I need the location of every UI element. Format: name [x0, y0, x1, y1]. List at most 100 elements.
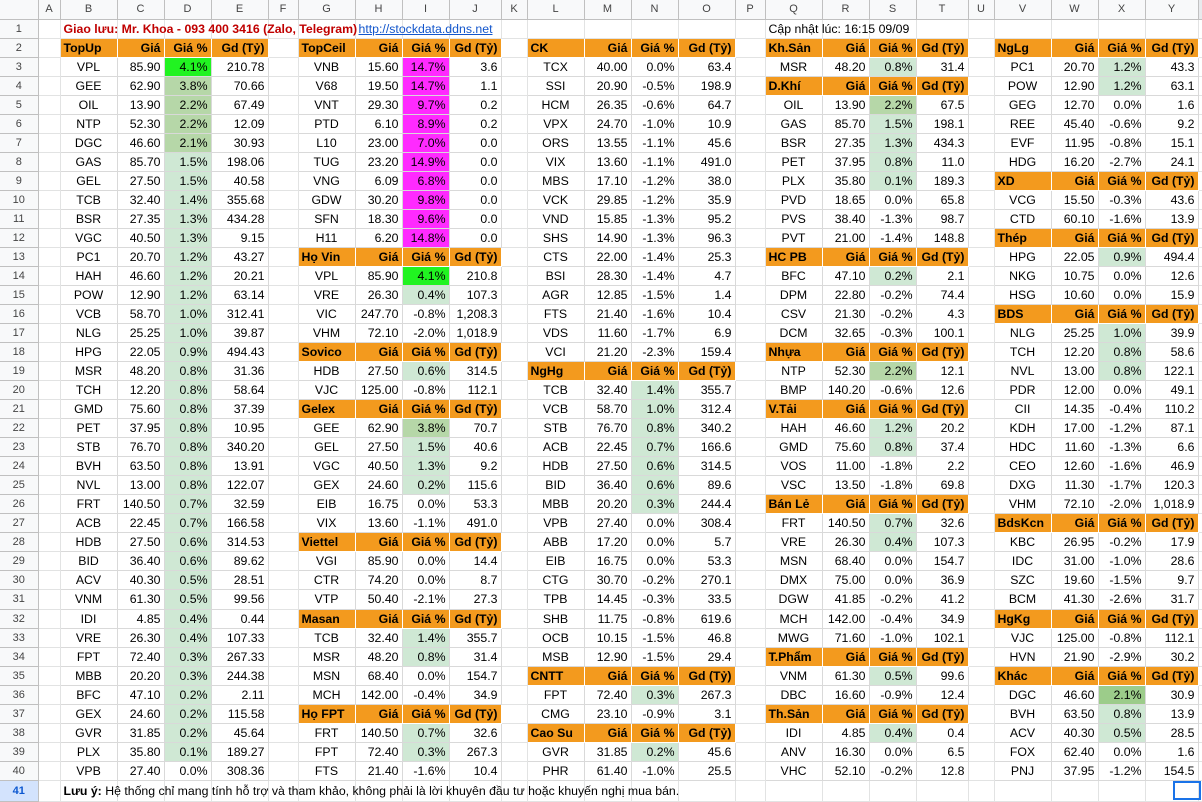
- volume-cell[interactable]: 36.9: [916, 570, 969, 591]
- symbol-cell[interactable]: HAH: [765, 418, 823, 439]
- empty-cell[interactable]: [1098, 780, 1146, 802]
- empty-cell[interactable]: [968, 19, 995, 39]
- column-header[interactable]: Gd (Tỷ): [1145, 38, 1199, 58]
- row-number[interactable]: 22: [0, 418, 39, 439]
- column-header[interactable]: Giá: [355, 38, 403, 58]
- volume-cell[interactable]: 39.87: [211, 323, 269, 344]
- empty-cell[interactable]: [38, 532, 61, 553]
- volume-cell[interactable]: 340.20: [211, 437, 269, 458]
- volume-cell[interactable]: 63.14: [211, 285, 269, 306]
- volume-cell[interactable]: 0.0: [449, 133, 502, 153]
- volume-cell[interactable]: 34.9: [449, 685, 502, 705]
- empty-cell[interactable]: [38, 57, 61, 77]
- percent-cell[interactable]: 0.6%: [631, 456, 679, 477]
- group-header[interactable]: BDS: [994, 304, 1052, 325]
- column-header[interactable]: Gd (Tỷ): [916, 399, 969, 420]
- empty-cell[interactable]: [38, 628, 61, 648]
- symbol-cell[interactable]: MBS: [527, 171, 585, 191]
- percent-cell[interactable]: 4.1%: [164, 57, 212, 77]
- symbol-cell[interactable]: FTS: [527, 304, 585, 325]
- volume-cell[interactable]: 25.3: [678, 247, 736, 267]
- row-number[interactable]: 34: [0, 647, 39, 667]
- volume-cell[interactable]: 0.0: [449, 190, 502, 210]
- empty-cell[interactable]: [1198, 704, 1202, 724]
- price-cell[interactable]: 13.00: [117, 475, 165, 496]
- volume-cell[interactable]: 115.58: [211, 704, 269, 724]
- percent-cell[interactable]: 0.9%: [164, 342, 212, 363]
- price-cell[interactable]: 47.10: [117, 685, 165, 705]
- column-header[interactable]: Giá %: [1098, 666, 1146, 686]
- percent-cell[interactable]: -0.6%: [631, 95, 679, 115]
- symbol-cell[interactable]: ACB: [60, 513, 118, 534]
- group-header[interactable]: Thép: [994, 228, 1052, 248]
- volume-cell[interactable]: 0.44: [211, 609, 269, 629]
- column-header[interactable]: Gd (Tỷ): [1145, 666, 1199, 686]
- column-header[interactable]: Giá %: [1098, 304, 1146, 325]
- empty-cell[interactable]: [1198, 114, 1202, 134]
- column-header[interactable]: Giá: [584, 666, 632, 686]
- empty-cell[interactable]: [501, 570, 528, 591]
- column-header[interactable]: Giá: [822, 399, 870, 420]
- column-header[interactable]: Giá %: [164, 38, 212, 58]
- volume-cell[interactable]: 33.5: [678, 589, 736, 610]
- volume-cell[interactable]: 0.0: [449, 228, 502, 248]
- symbol-cell[interactable]: PVS: [765, 209, 823, 229]
- volume-cell[interactable]: 267.3: [449, 742, 502, 762]
- empty-cell[interactable]: [38, 723, 61, 743]
- empty-cell[interactable]: [968, 361, 995, 382]
- volume-cell[interactable]: 67.5: [916, 95, 969, 115]
- empty-cell[interactable]: [268, 266, 299, 286]
- percent-cell[interactable]: -1.2%: [631, 171, 679, 191]
- volume-cell[interactable]: 159.4: [678, 342, 736, 363]
- column-header[interactable]: Giá %: [402, 609, 450, 629]
- price-cell[interactable]: 26.30: [822, 532, 870, 553]
- price-cell[interactable]: 30.70: [584, 570, 632, 591]
- empty-cell[interactable]: [968, 647, 995, 667]
- price-cell[interactable]: 63.50: [1051, 704, 1099, 724]
- percent-cell[interactable]: 0.5%: [164, 589, 212, 610]
- percent-cell[interactable]: 2.2%: [164, 114, 212, 134]
- volume-cell[interactable]: 107.3: [916, 532, 969, 553]
- percent-cell[interactable]: -1.3%: [631, 228, 679, 248]
- row-number[interactable]: 15: [0, 285, 39, 306]
- empty-cell[interactable]: [38, 228, 61, 248]
- percent-cell[interactable]: 0.7%: [164, 494, 212, 515]
- price-cell[interactable]: 76.70: [117, 437, 165, 458]
- symbol-cell[interactable]: VSC: [765, 475, 823, 496]
- column-header[interactable]: Giá %: [869, 38, 917, 58]
- percent-cell[interactable]: -1.0%: [869, 628, 917, 648]
- symbol-cell[interactable]: DBC: [765, 685, 823, 705]
- volume-cell[interactable]: 0.0: [449, 209, 502, 229]
- volume-cell[interactable]: 120.3: [1145, 475, 1199, 496]
- empty-cell[interactable]: [38, 247, 61, 267]
- price-cell[interactable]: 23.00: [355, 133, 403, 153]
- price-cell[interactable]: 40.50: [355, 456, 403, 477]
- column-header[interactable]: Gd (Tỷ): [916, 704, 969, 724]
- price-cell[interactable]: 22.05: [117, 342, 165, 363]
- percent-cell[interactable]: -0.2%: [869, 761, 917, 781]
- group-header[interactable]: TopUp: [60, 38, 118, 58]
- price-cell[interactable]: 41.85: [822, 589, 870, 610]
- percent-cell[interactable]: 0.8%: [1098, 342, 1146, 363]
- volume-cell[interactable]: 308.36: [211, 761, 269, 781]
- percent-cell[interactable]: 0.3%: [631, 685, 679, 705]
- empty-cell[interactable]: [968, 609, 995, 629]
- symbol-cell[interactable]: TCB: [60, 190, 118, 210]
- price-cell[interactable]: 12.00: [1051, 380, 1099, 401]
- empty-cell[interactable]: [38, 266, 61, 286]
- empty-cell[interactable]: [968, 323, 995, 344]
- symbol-cell[interactable]: VIX: [298, 513, 356, 534]
- volume-cell[interactable]: 102.1: [916, 628, 969, 648]
- column-header[interactable]: Giá: [822, 342, 870, 363]
- price-cell[interactable]: 27.50: [117, 532, 165, 553]
- volume-cell[interactable]: 43.27: [211, 247, 269, 267]
- volume-cell[interactable]: 491.0: [678, 152, 736, 172]
- column-letter-C[interactable]: C: [117, 0, 165, 20]
- price-cell[interactable]: 85.90: [355, 551, 403, 572]
- empty-cell[interactable]: [268, 380, 299, 401]
- percent-cell[interactable]: 0.8%: [869, 57, 917, 77]
- symbol-cell[interactable]: HPG: [994, 247, 1052, 267]
- price-cell[interactable]: 15.60: [355, 57, 403, 77]
- percent-cell[interactable]: 8.9%: [402, 114, 450, 134]
- row-number[interactable]: 27: [0, 513, 39, 534]
